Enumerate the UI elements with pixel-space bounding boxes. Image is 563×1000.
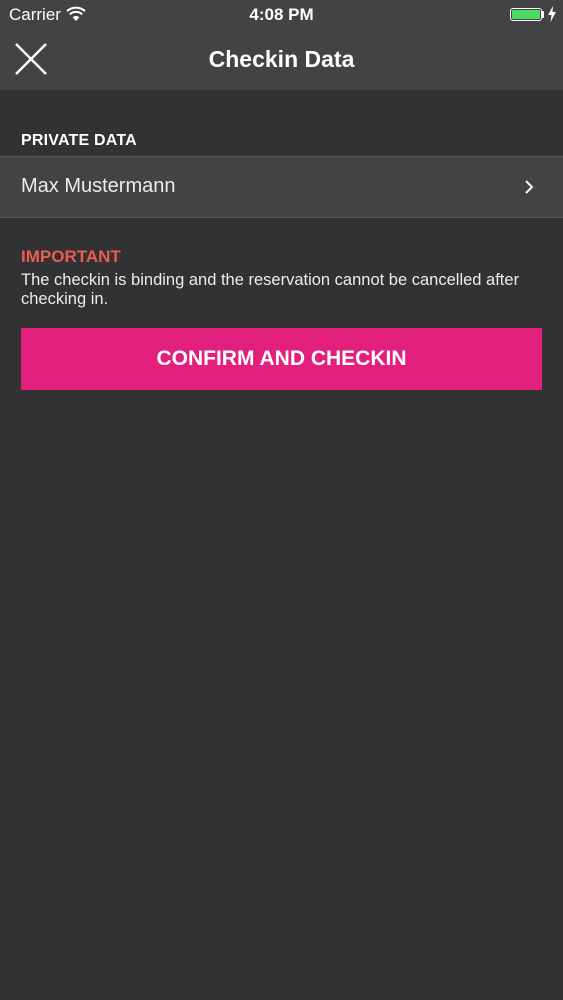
important-text: The checkin is binding and the reservati…: [21, 271, 520, 308]
charging-bolt-icon: [548, 6, 556, 22]
status-bar: Carrier 4:08 PM: [0, 0, 563, 30]
private-data-row[interactable]: Max Mustermann: [0, 156, 563, 218]
battery-level: [512, 10, 540, 19]
navigation-bar: Checkin Data: [0, 30, 563, 90]
page-title: Checkin Data: [208, 46, 355, 72]
important-title: IMPORTANT: [21, 247, 121, 266]
chevron-right-icon: [525, 180, 534, 194]
battery-tip: [542, 11, 544, 18]
private-data-name: Max Mustermann: [21, 175, 176, 197]
status-time: 4:08 PM: [249, 5, 314, 24]
battery-icon: [510, 8, 542, 21]
confirm-and-checkin-button[interactable]: CONFIRM AND CHECKIN: [21, 328, 542, 390]
private-data-header: PRIVATE DATA: [21, 132, 137, 149]
